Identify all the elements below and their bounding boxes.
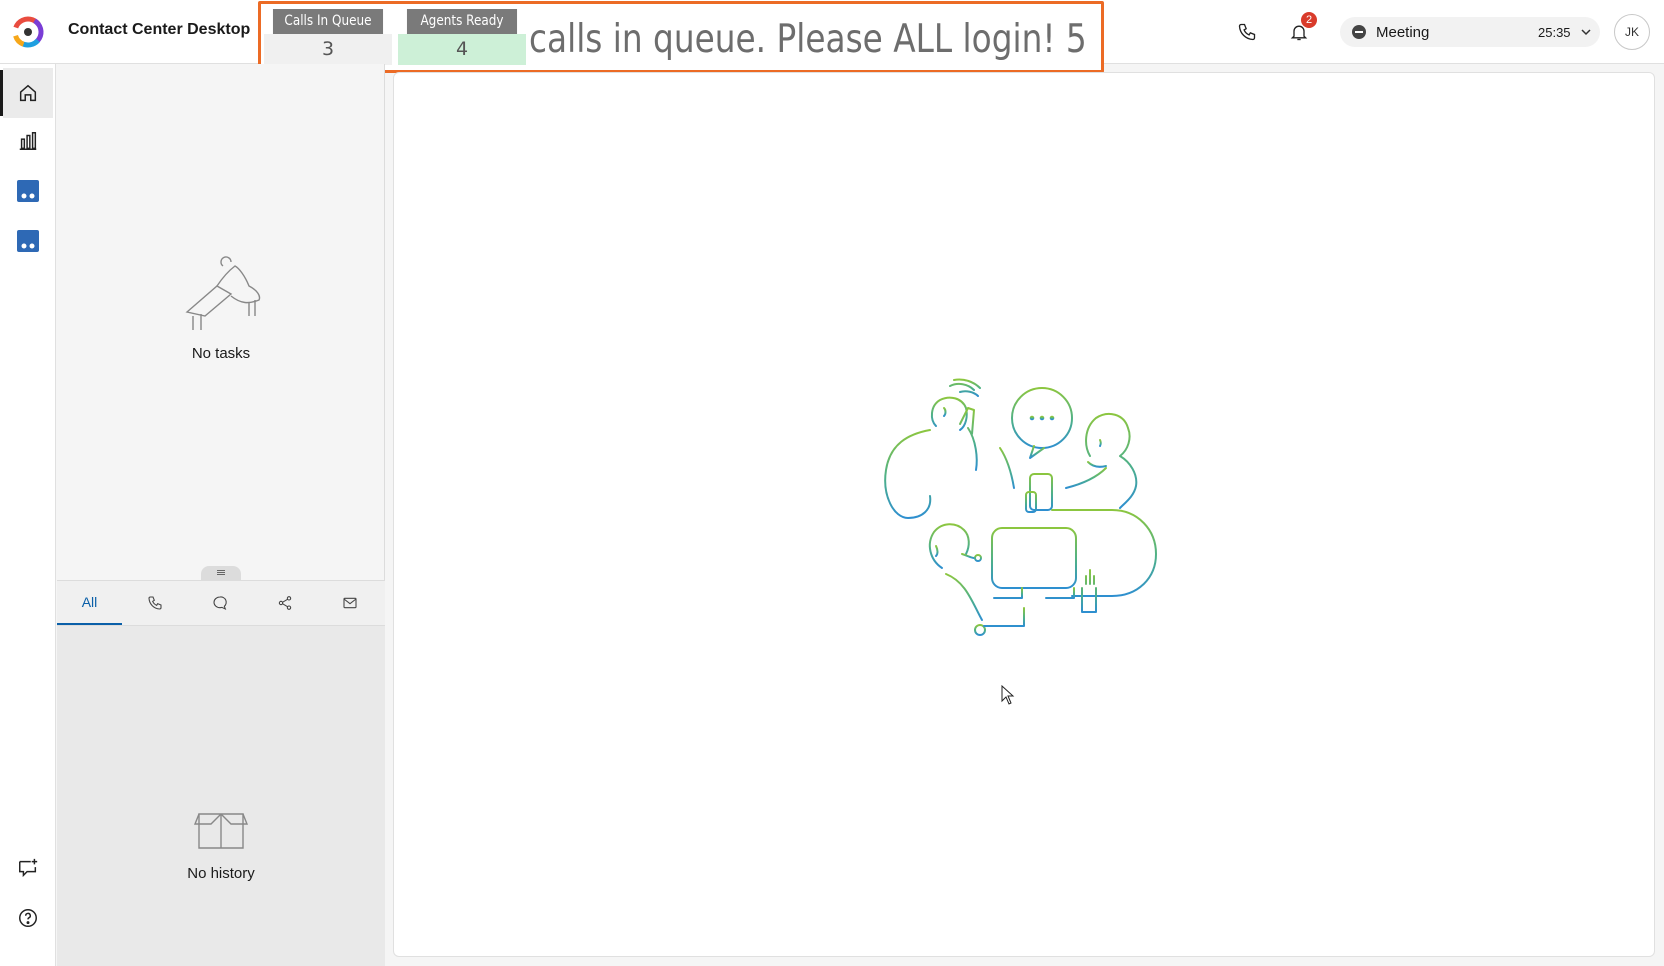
tab-all[interactable]: All xyxy=(57,581,122,625)
calls-in-queue-value: 3 xyxy=(264,34,392,65)
megaphone-icon xyxy=(185,256,261,330)
tab-calls[interactable] xyxy=(122,581,187,625)
main-content xyxy=(393,72,1655,957)
agent-state-label: Meeting xyxy=(1376,24,1430,41)
top-header: Contact Center Desktop Calls In Queue 3 … xyxy=(0,0,1664,73)
state-idle-icon xyxy=(1352,25,1366,39)
home-icon xyxy=(19,84,37,102)
chat-icon xyxy=(212,596,227,611)
state-timer: 25:35 xyxy=(1538,25,1571,40)
agent-state-dropdown[interactable]: Meeting 25:35 xyxy=(1340,17,1600,47)
widget-app-icon xyxy=(17,180,39,202)
phone-icon xyxy=(1238,23,1256,41)
queue-stats-widget: Calls In Queue 3 Agents Ready 4 calls in… xyxy=(258,1,1104,73)
nav-feedback[interactable] xyxy=(3,843,53,893)
nav-widget-app-1[interactable] xyxy=(3,166,53,216)
tab-all-label: All xyxy=(81,594,98,610)
empty-history-state: No history xyxy=(57,806,385,882)
phone-icon xyxy=(147,596,162,610)
notifications-button[interactable]: 2 xyxy=(1282,12,1317,49)
nav-home[interactable] xyxy=(0,68,53,118)
announcement-ticker: calls in queue. Please ALL login! 5 c xyxy=(529,14,1096,66)
mail-icon xyxy=(342,597,357,609)
history-list: No history xyxy=(57,626,385,966)
tab-chat[interactable] xyxy=(187,581,252,625)
empty-tasks-state: No tasks xyxy=(57,254,385,362)
team-collaboration-illustration xyxy=(884,378,1157,636)
tab-email[interactable] xyxy=(317,581,382,625)
calls-in-queue-label: Calls In Queue xyxy=(272,9,384,34)
panel-resize-handle[interactable] xyxy=(201,566,241,580)
analytics-icon xyxy=(19,132,37,150)
tab-social[interactable] xyxy=(252,581,317,625)
share-icon xyxy=(278,596,291,610)
history-filter-tabs: All xyxy=(57,580,385,626)
ticker-text: calls in queue. Please ALL login! 5 c xyxy=(529,17,1096,62)
app-title: Contact Center Desktop xyxy=(68,21,251,38)
webex-logo-icon xyxy=(12,16,44,48)
user-avatar[interactable]: JK xyxy=(1614,14,1650,50)
task-panel: No tasks All No history xyxy=(57,64,385,966)
nav-help[interactable] xyxy=(3,893,53,943)
nav-widget-app-2[interactable] xyxy=(3,216,53,266)
chat-sparkle-icon xyxy=(19,858,38,878)
agents-ready-label: Agents Ready xyxy=(406,9,518,34)
no-tasks-label: No tasks xyxy=(191,345,251,362)
chevron-down-icon xyxy=(1581,29,1591,36)
notification-count-badge: 2 xyxy=(1301,12,1317,28)
calls-in-queue-stat: Calls In Queue 3 xyxy=(264,9,392,65)
agents-ready-value: 4 xyxy=(398,34,526,65)
no-history-label: No history xyxy=(187,865,255,882)
mouse-cursor-icon xyxy=(1001,685,1015,705)
agents-ready-stat: Agents Ready 4 xyxy=(398,9,526,65)
nav-analytics[interactable] xyxy=(3,116,53,166)
help-icon xyxy=(19,909,37,927)
open-box-icon xyxy=(193,813,249,849)
nav-rail xyxy=(0,64,56,966)
widget-app-icon xyxy=(17,230,39,252)
dial-phone-button[interactable] xyxy=(1230,15,1264,49)
